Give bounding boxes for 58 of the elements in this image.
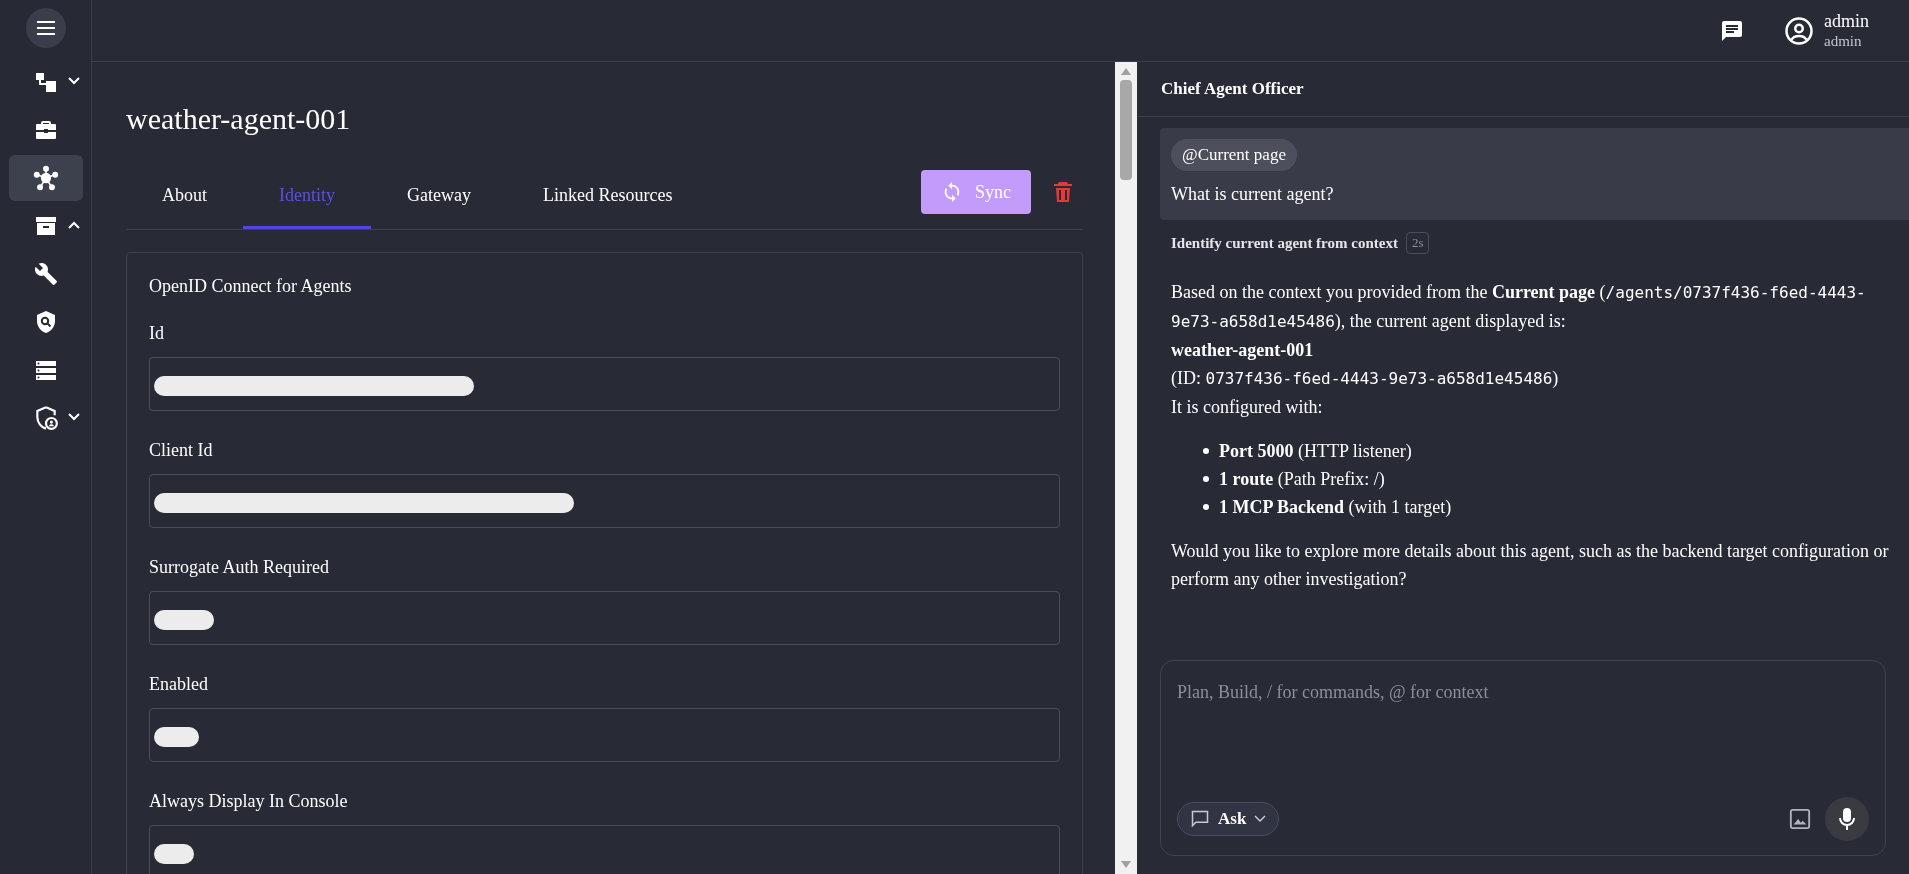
chevron-down-icon bbox=[66, 76, 81, 86]
field-label: Client Id bbox=[149, 438, 214, 462]
bullet-icon bbox=[1203, 476, 1209, 482]
context-chip[interactable]: @Current page bbox=[1171, 139, 1297, 171]
answer-paragraph: Would you like to explore more details about this agent, such as the backend target configuration or perform any other investigation? bbox=[1171, 540, 1890, 591]
user-avatar-icon[interactable] bbox=[1784, 15, 1814, 46]
tab[interactable]: Gateway bbox=[371, 165, 507, 229]
tab[interactable]: Linked Resources bbox=[506, 165, 709, 229]
chat-panel-title: Chief Agent Officer bbox=[1161, 78, 1304, 101]
field-label: Surrogate Auth Required bbox=[149, 555, 330, 579]
delete-button[interactable] bbox=[1053, 181, 1073, 203]
chat-icon[interactable] bbox=[1720, 18, 1744, 43]
user-message-text: What is current agent? bbox=[1171, 182, 1335, 206]
text-field[interactable] bbox=[149, 590, 1060, 645]
user-role: admin bbox=[1824, 32, 1863, 52]
sidebar-item[interactable] bbox=[8, 155, 83, 201]
chat-input[interactable]: Plan, Build, / for commands, @ for context Ask bbox=[1160, 660, 1886, 856]
text-field[interactable] bbox=[149, 707, 1060, 762]
chevron-down-icon bbox=[1254, 815, 1267, 823]
field-label: Enabled bbox=[149, 672, 209, 696]
list-item: 1 MCP Backend (with 1 target) bbox=[1219, 496, 1452, 519]
text-field[interactable] bbox=[149, 356, 1060, 411]
speech-bubble-icon bbox=[1190, 809, 1210, 829]
text-field[interactable] bbox=[149, 473, 1060, 528]
page-title: weather-agent-001 bbox=[126, 101, 352, 137]
list-icon bbox=[33, 358, 58, 382]
wrench-icon bbox=[33, 262, 58, 286]
network-icon bbox=[32, 165, 59, 191]
agent-id-line: (ID: 0737f436-f6ed-4443-9e73-a658d1e45486) bbox=[1171, 367, 1560, 390]
card-title: OpenID Connect for Agents bbox=[149, 274, 353, 298]
field-label: Id bbox=[149, 321, 165, 345]
hierarchy-icon bbox=[33, 70, 58, 94]
menu-button[interactable] bbox=[25, 8, 66, 48]
bullet-icon bbox=[1203, 504, 1209, 510]
image-icon[interactable] bbox=[1789, 808, 1811, 830]
list-item: 1 route (Path Prefix: /) bbox=[1219, 468, 1385, 491]
archive-box-icon bbox=[33, 214, 58, 238]
step-label: Identify current agent from context bbox=[1171, 233, 1398, 253]
field-label: Always Display In Console bbox=[149, 789, 349, 813]
duration-badge: 2s bbox=[1405, 232, 1430, 254]
user-name: admin bbox=[1824, 9, 1869, 33]
microphone-button[interactable] bbox=[1825, 797, 1869, 841]
answer-text: It is configured with: bbox=[1171, 396, 1324, 419]
agent-name: weather-agent-001 bbox=[1171, 339, 1315, 362]
chevron-down-icon bbox=[66, 412, 81, 422]
list-item: Port 5000 (HTTP listener) bbox=[1219, 440, 1412, 463]
message-field[interactable]: Plan, Build, / for commands, @ for context bbox=[1177, 679, 1869, 719]
microphone-icon bbox=[1838, 807, 1856, 831]
answer-paragraph: Based on the context you provided from the Current page (/agents/0737f436-f6ed-4443-9e73-a658d1e45486), the current agent displayed is: bbox=[1171, 281, 1867, 333]
scroll-thumb[interactable] bbox=[1120, 80, 1132, 180]
menu-icon bbox=[35, 20, 56, 36]
bullet-icon bbox=[1203, 448, 1209, 454]
briefcase-icon bbox=[33, 118, 58, 142]
chevron-up-icon bbox=[66, 220, 81, 230]
trash-icon bbox=[1053, 181, 1073, 203]
mode-dropdown[interactable]: Ask bbox=[1177, 802, 1280, 836]
tab[interactable]: About bbox=[126, 165, 243, 229]
text-field[interactable] bbox=[149, 824, 1060, 874]
